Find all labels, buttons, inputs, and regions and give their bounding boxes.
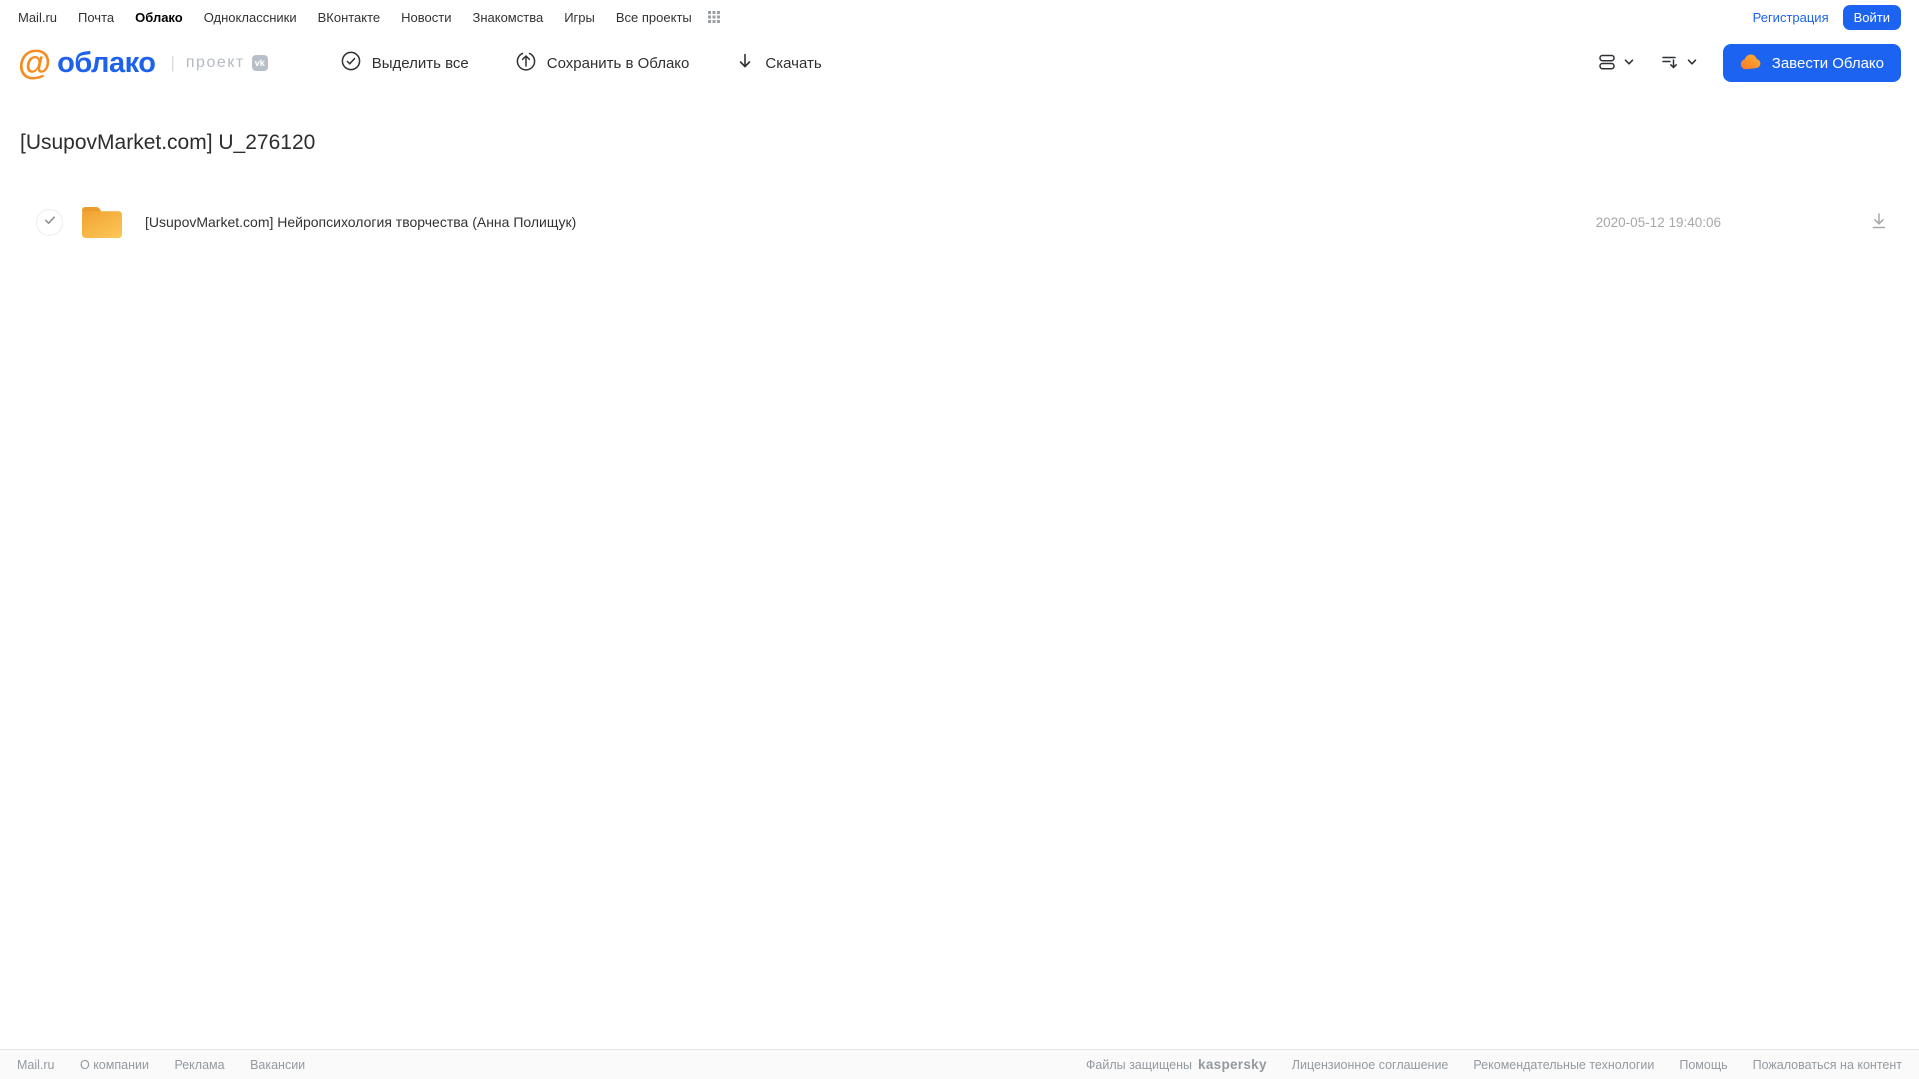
mailru-at-icon: @ bbox=[18, 44, 52, 82]
footer-link-license[interactable]: Лицензионное соглашение bbox=[1292, 1058, 1449, 1072]
chevron-down-icon bbox=[1685, 55, 1699, 72]
nav-games[interactable]: Игры bbox=[564, 10, 595, 25]
file-checkbox[interactable] bbox=[36, 208, 63, 236]
chevron-down-icon bbox=[1622, 55, 1636, 72]
nav-cloud[interactable]: Облако bbox=[135, 10, 183, 25]
select-all-label: Выделить все bbox=[371, 54, 469, 72]
check-circle-icon bbox=[340, 50, 362, 76]
nav-mailru[interactable]: Mail.ru bbox=[18, 10, 57, 25]
grid-dots-icon[interactable] bbox=[707, 10, 721, 24]
main-content: [UsupovMarket.com] U_276120 [UsupovMarke… bbox=[0, 129, 1919, 247]
view-mode-dropdown[interactable] bbox=[1597, 52, 1636, 75]
file-row[interactable]: [UsupovMarket.com] Нейропсихология творч… bbox=[0, 197, 1919, 247]
header-right-controls: Завести Облако bbox=[1597, 44, 1901, 82]
select-all-button[interactable]: Выделить все bbox=[340, 50, 469, 76]
create-cloud-button[interactable]: Завести Облако bbox=[1722, 44, 1901, 82]
cloud-logo[interactable]: @ облако | проект vk bbox=[18, 46, 268, 80]
file-date: 2020-05-12 19:40:06 bbox=[1595, 214, 1721, 230]
project-label: проект bbox=[185, 54, 245, 71]
file-name-link[interactable]: [UsupovMarket.com] Нейропсихология творч… bbox=[145, 214, 576, 230]
footer-link-ads[interactable]: Реклама bbox=[174, 1058, 224, 1072]
footer-link-jobs[interactable]: Вакансии bbox=[250, 1058, 305, 1072]
view-list-icon bbox=[1597, 52, 1617, 75]
download-label: Скачать bbox=[765, 54, 822, 72]
cloud-header: @ облако | проект vk Выделить все Сохран… bbox=[0, 34, 1919, 92]
footer-link-recommendations[interactable]: Рекомендательные технологии bbox=[1473, 1058, 1654, 1072]
footer-link-mailru[interactable]: Mail.ru bbox=[17, 1058, 55, 1072]
footer-link-report[interactable]: Пожаловаться на контент bbox=[1753, 1058, 1902, 1072]
protected-label: Файлы защищены bbox=[1085, 1058, 1193, 1072]
folder-icon bbox=[79, 203, 125, 241]
footer-link-about[interactable]: О компании bbox=[80, 1058, 149, 1072]
cloud-icon bbox=[1740, 53, 1762, 74]
sort-dropdown[interactable] bbox=[1660, 52, 1699, 75]
sort-icon bbox=[1660, 52, 1680, 75]
check-icon bbox=[43, 213, 57, 232]
kaspersky-logo[interactable]: kaspersky bbox=[1198, 1057, 1267, 1072]
page-title: [UsupovMarket.com] U_276120 bbox=[20, 131, 316, 154]
registration-link[interactable]: Регистрация bbox=[1753, 10, 1829, 25]
save-to-cloud-label: Сохранить в Облако bbox=[546, 54, 690, 72]
login-button[interactable]: Войти bbox=[1842, 4, 1901, 30]
nav-odnoklassniki[interactable]: Одноклассники bbox=[204, 10, 297, 25]
nav-dating[interactable]: Знакомства bbox=[472, 10, 543, 25]
nav-news[interactable]: Новости bbox=[401, 10, 451, 25]
nav-mail[interactable]: Почта bbox=[78, 10, 114, 25]
footer-link-help[interactable]: Помощь bbox=[1679, 1058, 1727, 1072]
cloud-logo-text: облако bbox=[57, 46, 156, 79]
download-button[interactable]: Скачать bbox=[735, 50, 822, 76]
logo-separator: | bbox=[170, 53, 175, 72]
toolbar-actions: Выделить все Сохранить в Облако Скачать bbox=[340, 50, 868, 76]
cloud-upload-icon bbox=[515, 50, 537, 76]
file-download-button[interactable] bbox=[1869, 211, 1889, 234]
nav-all-projects[interactable]: Все проекты bbox=[616, 10, 692, 25]
footer: Mail.ru О компании Реклама Вакансии Файл… bbox=[0, 1049, 1919, 1079]
nav-vkontakte[interactable]: ВКонтакте bbox=[318, 10, 381, 25]
vk-badge-icon: vk bbox=[251, 55, 268, 71]
kaspersky-protection: Файлы защищены kaspersky bbox=[1086, 1057, 1267, 1072]
create-cloud-label: Завести Облако bbox=[1771, 54, 1884, 72]
save-to-cloud-button[interactable]: Сохранить в Облако bbox=[515, 50, 690, 76]
portal-nav: Mail.ru Почта Облако Одноклассники ВКонт… bbox=[0, 0, 1919, 34]
arrow-down-icon bbox=[735, 51, 755, 75]
download-icon bbox=[1869, 211, 1889, 234]
footer-right-links: Файлы защищены kaspersky Лицензионное со… bbox=[1086, 1057, 1902, 1072]
footer-left-links: Mail.ru О компании Реклама Вакансии bbox=[17, 1058, 327, 1072]
